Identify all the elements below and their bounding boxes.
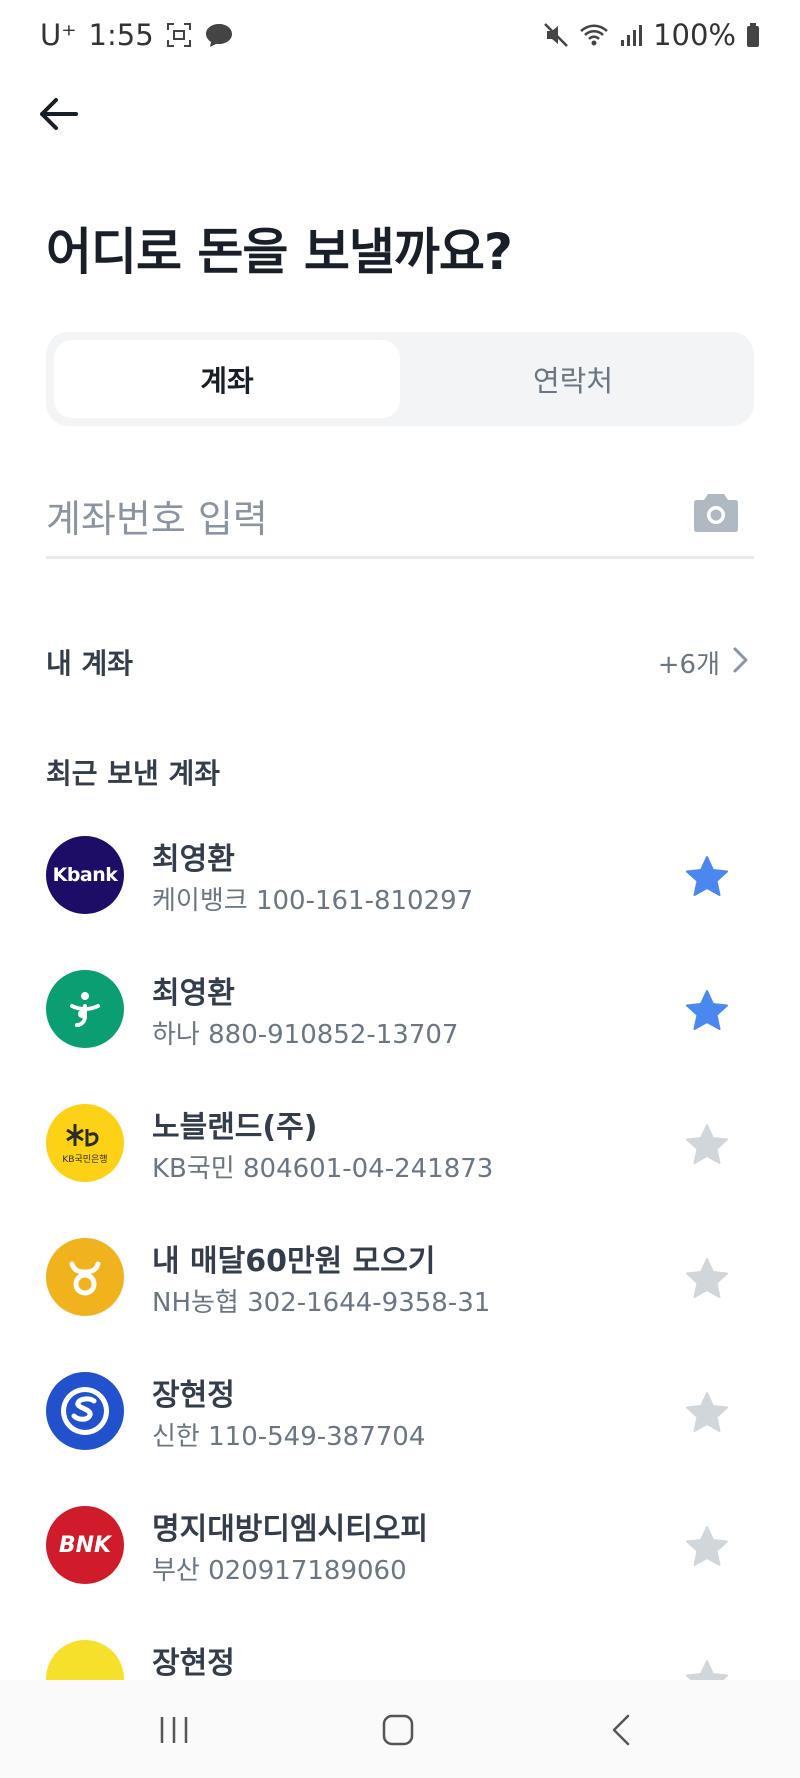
kbank-logo-text: Kbank	[52, 864, 118, 886]
arrow-left-icon	[40, 98, 78, 130]
recent-apps-icon	[160, 1717, 188, 1743]
system-nav-bar	[0, 1680, 800, 1778]
tab-switcher: 계좌 연락처	[46, 332, 754, 426]
account-detail: 부산 020917189060	[152, 1556, 407, 1586]
status-bar: U⁺ 1:55 100%	[0, 0, 800, 76]
list-item[interactable]: Kbank 최영환 케이뱅크 100-161-810297	[46, 826, 754, 960]
my-accounts-label: 내 계좌	[46, 647, 134, 680]
hana-logo	[46, 970, 124, 1048]
back-button[interactable]	[30, 86, 86, 142]
recent-accounts-list: Kbank 최영환 케이뱅크 100-161-810297 최영환 하나 880…	[46, 826, 754, 1764]
kb-star-icon	[66, 1124, 99, 1147]
my-accounts-count: +6개	[657, 650, 720, 680]
account-detail: KB국민 804601-04-241873	[152, 1154, 494, 1184]
kb-logo: KB국민은행	[46, 1104, 124, 1182]
account-detail: 하나 880-910852-13707	[152, 1020, 459, 1050]
star-outline-icon[interactable]	[684, 1256, 730, 1302]
hana-symbol-icon	[70, 992, 100, 1027]
page-title: 어디로 돈을 보낼까요?	[46, 223, 513, 281]
system-back-button[interactable]	[592, 1702, 652, 1758]
recent-apps-button[interactable]	[144, 1702, 204, 1758]
home-button[interactable]	[368, 1702, 428, 1758]
list-item[interactable]: 장현정 신한 110-549-387704	[46, 1362, 754, 1496]
star-outline-icon[interactable]	[684, 1122, 730, 1168]
camera-icon	[694, 494, 738, 532]
shinhan-symbol-icon	[61, 1387, 109, 1435]
screenshot-icon	[166, 22, 192, 48]
account-detail: 케이뱅크 100-161-810297	[152, 886, 474, 916]
mute-icon	[543, 22, 569, 48]
nh-symbol-icon	[69, 1261, 101, 1296]
account-detail: NH농협 302-1644-9358-31	[152, 1288, 491, 1318]
bnk-logo: BNK	[46, 1506, 124, 1584]
account-detail: 신한 110-549-387704	[152, 1422, 426, 1452]
home-icon	[382, 1714, 414, 1746]
star-filled-icon[interactable]	[684, 988, 730, 1034]
account-number-input[interactable]	[46, 488, 666, 550]
recipient-name: 장현정	[152, 1378, 235, 1413]
signal-icon	[619, 22, 643, 48]
kb-logo-text: KB국민은행	[62, 1155, 108, 1165]
status-left: U⁺ 1:55	[40, 18, 234, 52]
recent-accounts-title: 최근 보낸 계좌	[46, 757, 221, 790]
star-outline-icon[interactable]	[684, 1390, 730, 1436]
recipient-name: 장현정	[152, 1646, 235, 1681]
carrier-label: U⁺	[40, 18, 77, 52]
camera-button[interactable]	[692, 490, 740, 538]
status-right: 100%	[543, 18, 760, 52]
list-item[interactable]: BNK 명지대방디엠시티오피 부산 020917189060	[46, 1496, 754, 1630]
list-item[interactable]: KB국민은행 노블랜드(주) KB국민 804601-04-241873	[46, 1094, 754, 1228]
recipient-name: 명지대방디엠시티오피	[152, 1512, 428, 1547]
chat-bubble-icon	[204, 22, 234, 48]
bnk-logo-text: BNK	[58, 1532, 112, 1558]
clock: 1:55	[88, 18, 154, 52]
nh-logo	[46, 1238, 124, 1316]
recipient-name: 최영환	[152, 976, 235, 1011]
wifi-icon	[579, 22, 609, 48]
chevron-left-icon	[612, 1714, 630, 1746]
recipient-name: 노블랜드(주)	[152, 1110, 318, 1145]
list-item[interactable]: 내 매달60만원 모으기 NH농협 302-1644-9358-31	[46, 1228, 754, 1362]
battery-icon	[746, 22, 760, 48]
recipient-name: 최영환	[152, 842, 235, 877]
list-item[interactable]: 최영환 하나 880-910852-13707	[46, 960, 754, 1094]
star-outline-icon[interactable]	[684, 1524, 730, 1570]
kbank-logo: Kbank	[46, 836, 124, 914]
my-accounts-row[interactable]: 내 계좌 +6개	[46, 630, 754, 690]
star-filled-icon[interactable]	[684, 854, 730, 900]
battery-label: 100%	[653, 18, 736, 52]
chevron-right-icon	[733, 647, 748, 673]
recipient-name: 내 매달60만원 모으기	[152, 1244, 436, 1279]
tab-account[interactable]: 계좌	[54, 340, 400, 418]
tab-contacts[interactable]: 연락처	[400, 340, 746, 418]
account-number-field	[46, 488, 754, 559]
shinhan-logo	[46, 1372, 124, 1450]
